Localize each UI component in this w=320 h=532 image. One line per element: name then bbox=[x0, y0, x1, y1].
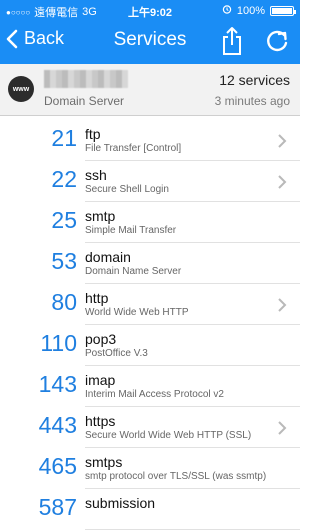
service-name: ftp bbox=[85, 126, 101, 142]
navigation-bar: Back Services bbox=[0, 20, 300, 64]
share-icon bbox=[223, 27, 241, 55]
service-row[interactable]: 80 http World Wide Web HTTP bbox=[0, 284, 300, 325]
port-number: 25 bbox=[51, 207, 77, 233]
row-divider bbox=[85, 529, 300, 530]
chevron-right-icon bbox=[278, 134, 287, 148]
alarm-icon bbox=[222, 4, 232, 17]
port-number: 21 bbox=[51, 125, 77, 151]
service-row[interactable]: 22 ssh Secure Shell Login bbox=[0, 161, 300, 202]
service-description: Interim Mail Access Protocol v2 bbox=[85, 389, 224, 400]
status-bar: ●○○○○ 遠傳電信 3G 上午9:02 100% bbox=[0, 0, 300, 20]
port-number: 110 bbox=[40, 330, 77, 356]
service-description: Domain Name Server bbox=[85, 266, 182, 277]
share-button[interactable] bbox=[219, 26, 245, 56]
page-title: Services bbox=[113, 29, 187, 50]
status-right: 100% bbox=[222, 4, 296, 17]
refresh-icon bbox=[267, 30, 288, 52]
battery-percent: 100% bbox=[236, 4, 265, 17]
refresh-button[interactable] bbox=[264, 28, 290, 54]
service-description: File Transfer [Control] bbox=[85, 143, 182, 154]
service-row[interactable]: 465 smtps smtp protocol over TLS/SSL (was … bbox=[0, 448, 300, 489]
top-bar: ●○○○○ 遠傳電信 3G 上午9:02 100% Back Services bbox=[0, 0, 300, 64]
port-number: 443 bbox=[38, 412, 77, 438]
service-description: smtp protocol over TLS/SSL (was ssmtp) bbox=[85, 471, 267, 482]
port-number: 22 bbox=[51, 166, 77, 192]
service-name: smtps bbox=[85, 454, 123, 470]
service-description: Secure World Wide Web HTTP (SSL) bbox=[85, 430, 252, 441]
service-row[interactable]: 143 imap Interim Mail Access Protocol v2 bbox=[0, 366, 300, 407]
port-number: 465 bbox=[38, 453, 77, 479]
service-name: smtp bbox=[85, 208, 116, 224]
service-description: Secure Shell Login bbox=[85, 184, 169, 195]
service-name: http bbox=[85, 290, 109, 306]
chevron-right-icon bbox=[278, 298, 287, 312]
service-row[interactable]: 25 smtp Simple Mail Transfer bbox=[0, 202, 300, 243]
chevron-right-icon bbox=[278, 421, 287, 435]
port-number: 587 bbox=[38, 494, 77, 520]
port-number: 143 bbox=[38, 371, 77, 397]
port-number: 53 bbox=[51, 248, 77, 274]
server-header: www Domain Server 12 services 3 minutes … bbox=[0, 64, 300, 116]
service-name: https bbox=[85, 413, 116, 429]
service-name: pop3 bbox=[85, 331, 117, 347]
service-description: PostOffice V.3 bbox=[85, 348, 148, 359]
service-row[interactable]: 21 ftp File Transfer [Control] bbox=[0, 120, 300, 161]
battery-icon bbox=[270, 5, 296, 16]
service-description: World Wide Web HTTP bbox=[85, 307, 189, 318]
last-updated: 3 minutes ago bbox=[214, 94, 290, 108]
service-row[interactable]: 443 https Secure World Wide Web HTTP (SSL) bbox=[0, 407, 300, 448]
service-name: ssh bbox=[85, 167, 107, 183]
service-name: domain bbox=[85, 249, 131, 265]
services-count: 12 services bbox=[219, 72, 290, 88]
chevron-right-icon bbox=[278, 175, 287, 189]
server-type: Domain Server bbox=[44, 94, 125, 108]
port-number: 80 bbox=[51, 289, 77, 315]
service-row[interactable]: 110 pop3 PostOffice V.3 bbox=[0, 325, 300, 366]
www-globe-icon: www bbox=[8, 76, 34, 102]
service-name: imap bbox=[85, 372, 116, 388]
service-row[interactable]: 53 domain Domain Name Server bbox=[0, 243, 300, 284]
service-name: submission bbox=[85, 495, 156, 511]
service-row[interactable]: 587 submission bbox=[0, 489, 300, 530]
service-description: Simple Mail Transfer bbox=[85, 225, 177, 236]
hostname-obscured bbox=[44, 70, 128, 88]
